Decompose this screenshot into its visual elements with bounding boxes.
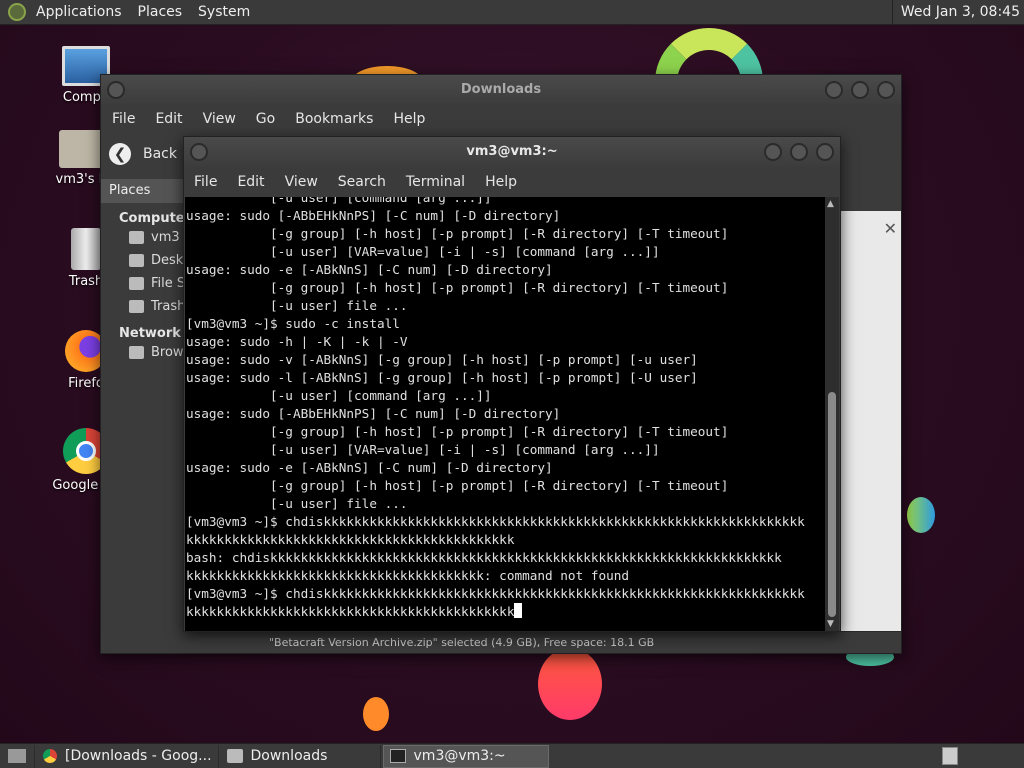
file-list-pane[interactable]: ✕ xyxy=(841,211,901,651)
chrome-icon xyxy=(43,749,57,763)
menu-help[interactable]: Help xyxy=(383,111,435,127)
scrollbar-thumb[interactable] xyxy=(828,392,836,617)
menu-terminal[interactable]: Terminal xyxy=(396,174,475,190)
places-menu[interactable]: Places xyxy=(130,4,191,20)
close-icon[interactable]: ✕ xyxy=(884,219,897,238)
task-chrome-downloads[interactable]: [Downloads - Goog... xyxy=(37,744,219,768)
task-label: vm3@vm3:~ xyxy=(413,748,506,764)
network-icon xyxy=(129,346,144,359)
terminal-menubar: File Edit View Search Terminal Help xyxy=(184,167,840,197)
terminal-current-input[interactable]: kkkkkkkkkkkkkkkkkkkkkkkkkkkkkkkkkkkkkkkk… xyxy=(186,604,514,619)
terminal-icon xyxy=(389,749,406,763)
maximize-button[interactable] xyxy=(790,143,808,161)
applications-menu[interactable]: Applications xyxy=(28,4,130,20)
trash-icon xyxy=(71,228,101,270)
maximize-button[interactable] xyxy=(851,81,869,99)
task-terminal[interactable]: vm3@vm3:~ xyxy=(382,744,549,768)
folder-icon xyxy=(226,749,243,763)
home-icon xyxy=(129,231,144,244)
show-desktop-icon xyxy=(8,749,26,763)
terminal-scrollbar[interactable]: ▲ ▼ xyxy=(825,197,839,631)
menu-search[interactable]: Search xyxy=(328,174,396,190)
bottom-taskbar: [Downloads - Goog... Downloads vm3@vm3:~ xyxy=(0,743,1024,768)
top-panel: Applications Places System Wed Jan 3, 08… xyxy=(0,0,1024,25)
back-button[interactable]: ❮ Back xyxy=(109,139,177,169)
terminal-titlebar[interactable]: vm3@vm3:~ xyxy=(184,137,840,167)
wallpaper-red-blob xyxy=(538,648,602,720)
task-label: Downloads xyxy=(250,748,328,764)
home-folder-icon xyxy=(59,130,105,168)
show-desktop-button[interactable] xyxy=(0,744,35,768)
sidebar-item-label: Brow xyxy=(151,345,184,360)
task-file-manager[interactable]: Downloads xyxy=(221,744,381,768)
menu-view[interactable]: View xyxy=(193,111,246,127)
chrome-icon-center xyxy=(76,441,96,461)
scroll-up-icon[interactable]: ▲ xyxy=(827,199,834,209)
terminal-title: vm3@vm3:~ xyxy=(466,144,558,159)
menu-edit[interactable]: Edit xyxy=(227,174,274,190)
desktop-icon xyxy=(129,254,144,267)
task-label: [Downloads - Goog... xyxy=(65,748,212,764)
top-panel-menus: Applications Places System xyxy=(28,0,258,25)
back-arrow-icon: ❮ xyxy=(109,143,131,165)
distro-logo-icon[interactable] xyxy=(8,3,26,21)
sidebar-item-label: Desk xyxy=(151,253,184,268)
clock[interactable]: Wed Jan 3, 08:45 xyxy=(891,0,1020,25)
scroll-down-icon[interactable]: ▼ xyxy=(827,619,834,629)
system-menu[interactable]: System xyxy=(190,4,258,20)
close-button[interactable] xyxy=(877,81,895,99)
menu-file[interactable]: File xyxy=(184,174,227,190)
menu-bookmarks[interactable]: Bookmarks xyxy=(285,111,383,127)
menu-go[interactable]: Go xyxy=(246,111,285,127)
close-button[interactable] xyxy=(816,143,834,161)
status-bar: "Betacraft Version Archive.zip" selected… xyxy=(251,631,901,653)
window-menu-button[interactable] xyxy=(190,143,208,161)
minimize-button[interactable] xyxy=(825,81,843,99)
window-menu-button[interactable] xyxy=(107,81,125,99)
terminal-window: vm3@vm3:~ File Edit View Search Terminal… xyxy=(183,136,841,632)
terminal-cursor xyxy=(514,603,523,618)
terminal-text: [-u user] [command [arg ...]] usage: sud… xyxy=(186,197,805,619)
file-manager-titlebar[interactable]: Downloads xyxy=(101,75,901,105)
file-manager-title: Downloads xyxy=(460,82,542,97)
wallpaper-blue-blob xyxy=(907,497,935,533)
menu-view[interactable]: View xyxy=(275,174,328,190)
menu-edit[interactable]: Edit xyxy=(145,111,192,127)
back-button-label: Back xyxy=(143,146,177,162)
sidebar-item-label: Trash xyxy=(151,299,186,314)
terminal-output[interactable]: [-u user] [command [arg ...]] usage: sud… xyxy=(185,197,825,631)
menu-file[interactable]: File xyxy=(102,111,145,127)
sidebar-item-label: vm3 xyxy=(151,230,180,245)
wallpaper-small-orange-blob xyxy=(363,697,389,731)
minimize-button[interactable] xyxy=(764,143,782,161)
menu-help[interactable]: Help xyxy=(475,174,527,190)
filesystem-icon xyxy=(129,277,144,290)
workspace-switcher[interactable] xyxy=(942,747,958,765)
trash-icon xyxy=(129,300,144,313)
file-manager-menubar: File Edit View Go Bookmarks Help xyxy=(101,105,901,133)
sidebar-item-label: File S xyxy=(151,276,186,291)
